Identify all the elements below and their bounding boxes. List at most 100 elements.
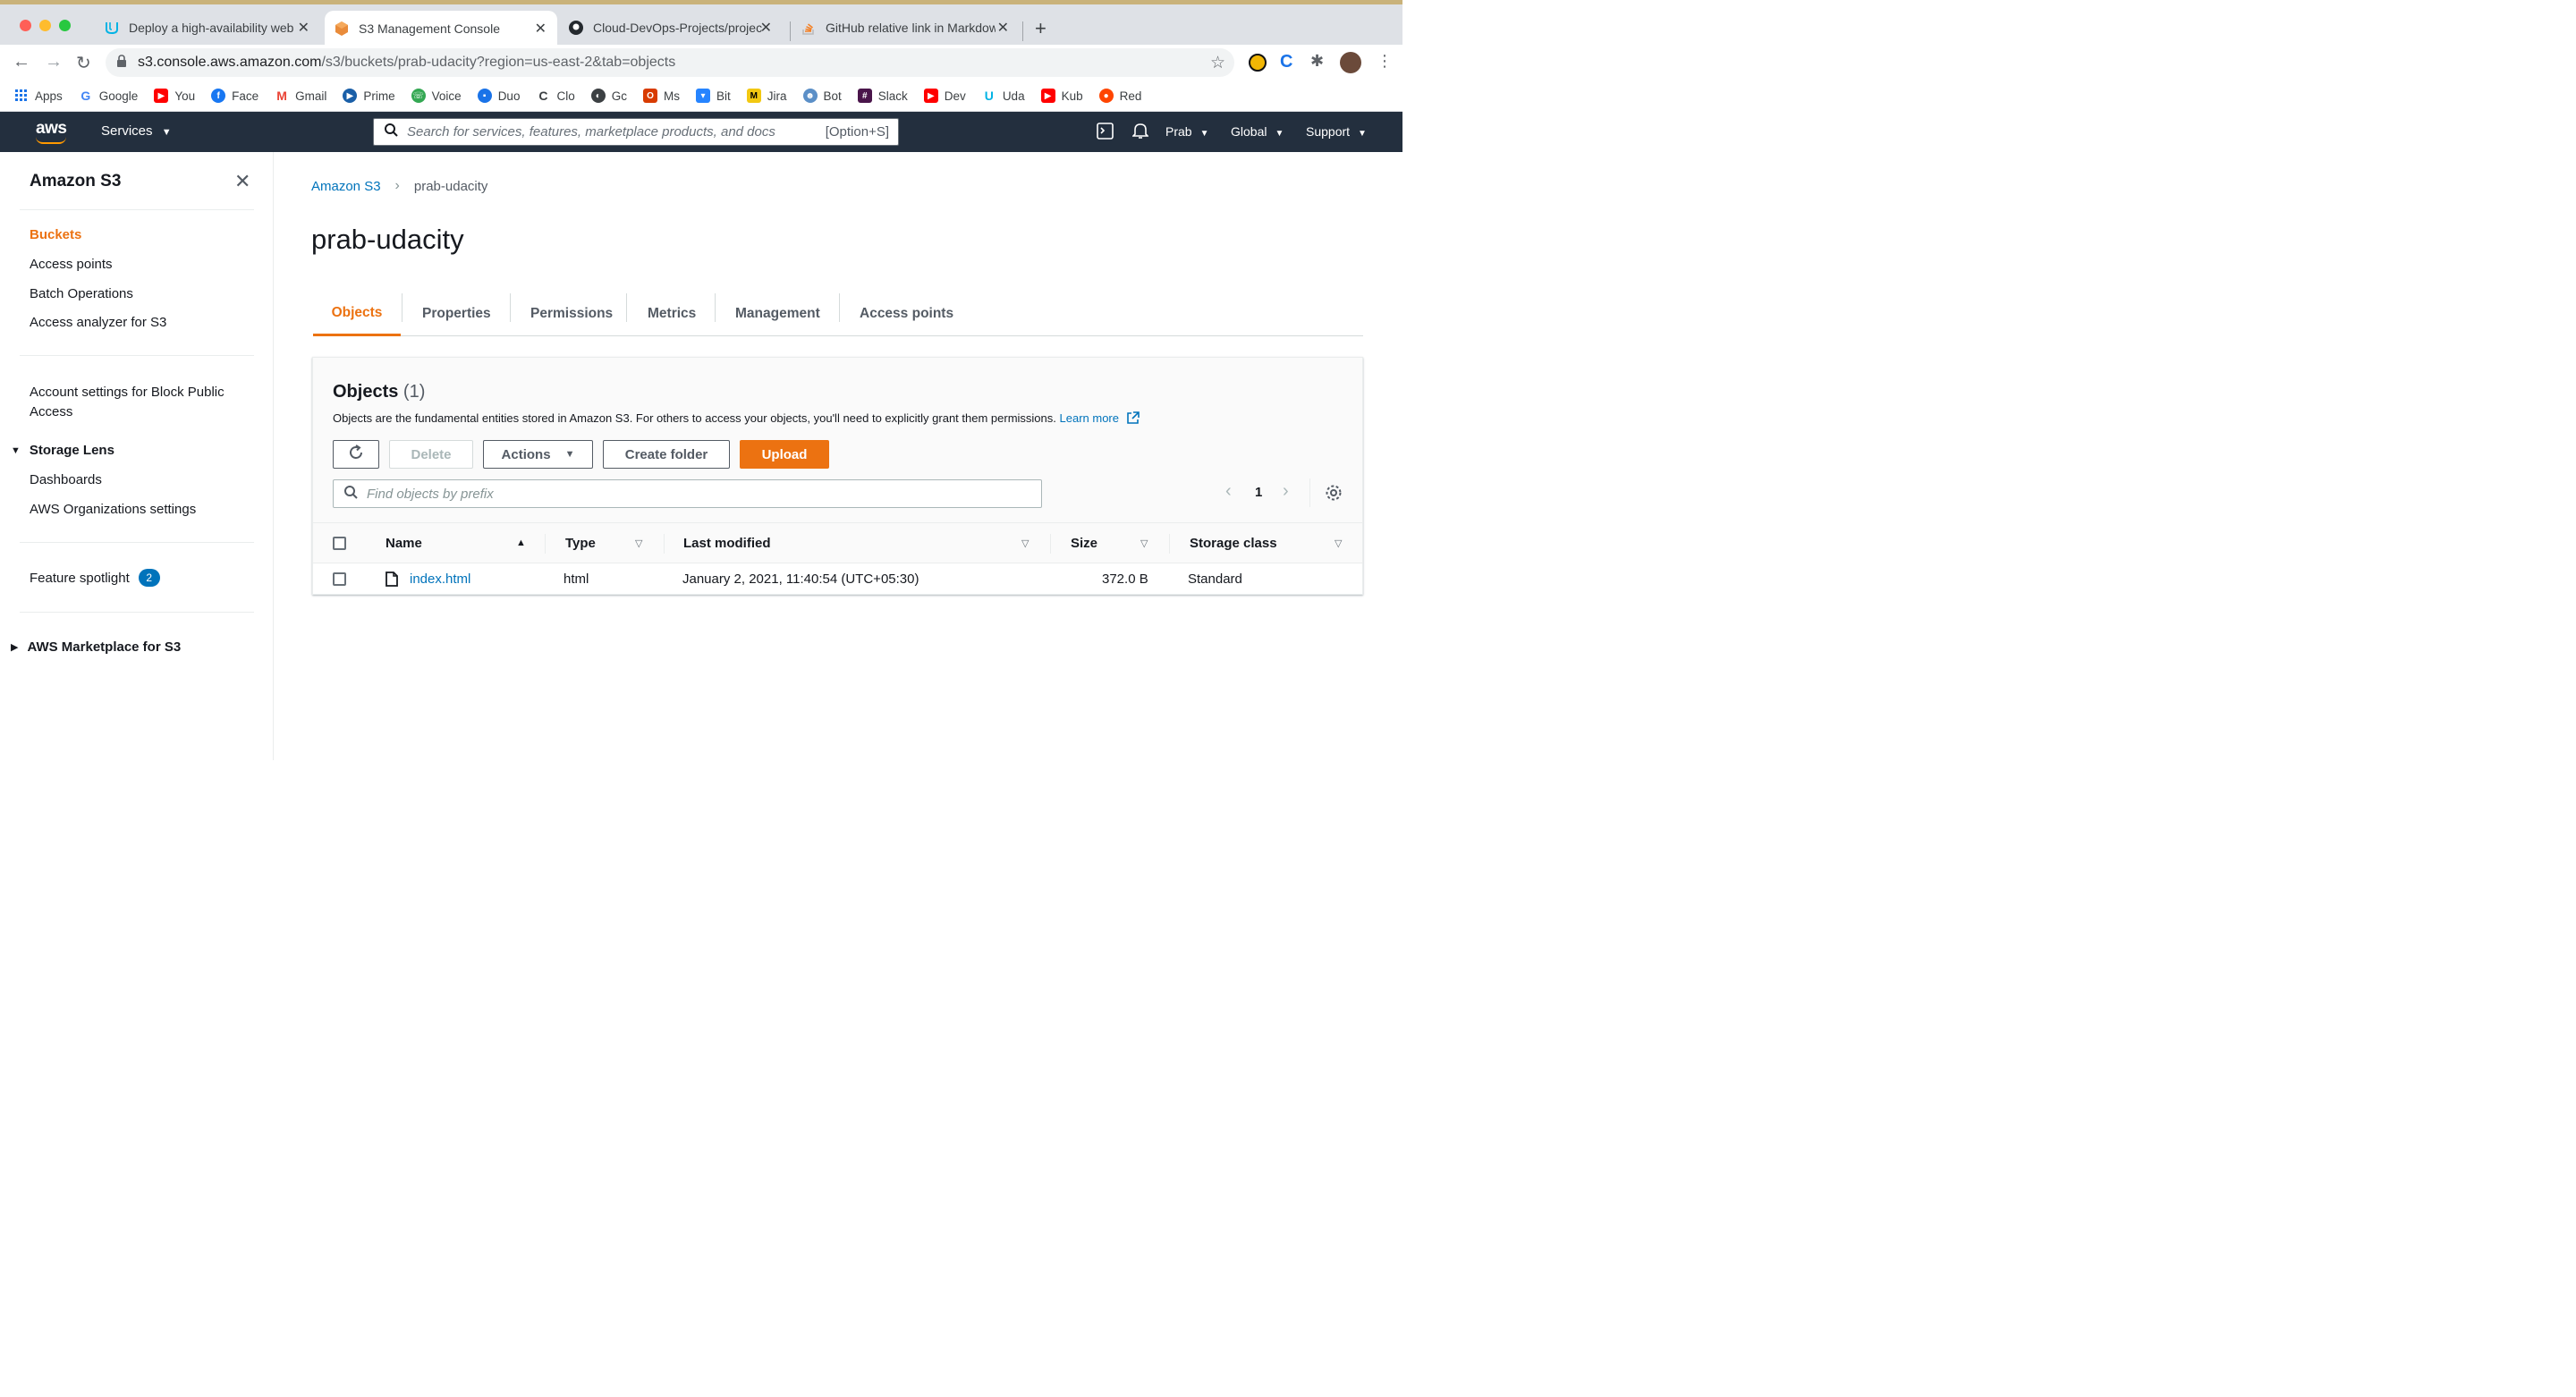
google-duo-icon: ▪ bbox=[477, 89, 492, 103]
bookmark-apps[interactable]: Apps bbox=[14, 89, 63, 103]
column-header-size[interactable]: Size bbox=[1071, 536, 1097, 551]
tab-management[interactable]: Management bbox=[735, 292, 820, 336]
aws-search-input[interactable]: Search for services, features, marketpla… bbox=[373, 118, 899, 146]
services-menu[interactable]: Services ▼ bbox=[101, 123, 172, 139]
bookmark-gmail[interactable]: M Gmail bbox=[275, 89, 326, 103]
bookmark-dev[interactable]: ▶ Dev bbox=[923, 89, 966, 103]
tab-properties[interactable]: Properties bbox=[422, 292, 491, 336]
sidebar-item-access-points[interactable]: Access points bbox=[30, 257, 113, 272]
back-icon[interactable]: ← bbox=[13, 52, 30, 72]
actions-button[interactable]: Actions ▼ bbox=[483, 440, 593, 469]
select-all-checkbox[interactable] bbox=[333, 537, 346, 550]
column-header-storage-class[interactable]: Storage class bbox=[1190, 536, 1277, 551]
bookmark-reddit[interactable]: ● Red bbox=[1098, 89, 1141, 103]
support-menu[interactable]: Support ▼ bbox=[1306, 124, 1367, 139]
minimize-window-button[interactable] bbox=[39, 20, 51, 31]
create-folder-button[interactable]: Create folder bbox=[603, 440, 730, 469]
bookmark-star-icon[interactable]: ☆ bbox=[1210, 53, 1225, 73]
browser-tab-s3[interactable]: S3 Management Console ✕ bbox=[325, 11, 557, 47]
bookmark-kub[interactable]: ▶ Kub bbox=[1040, 89, 1083, 103]
next-page-icon[interactable]: › bbox=[1283, 481, 1289, 502]
more-menu-icon[interactable]: ⋮ bbox=[1377, 52, 1393, 71]
browser-tab-stackoverflow[interactable]: GitHub relative link in Markdow ✕ bbox=[792, 11, 1020, 45]
sidebar-item-buckets[interactable]: Buckets bbox=[30, 227, 81, 242]
sidebar-item-batch-operations[interactable]: Batch Operations bbox=[30, 286, 133, 301]
bookmark-bot[interactable]: ☻ Bot bbox=[802, 89, 842, 103]
profile-avatar[interactable] bbox=[1340, 52, 1361, 73]
bookmark-facebook[interactable]: f Face bbox=[211, 89, 258, 103]
browser-tab-github[interactable]: Cloud-DevOps-Projects/projec ✕ bbox=[559, 11, 783, 45]
bookmark-jira[interactable]: M Jira bbox=[746, 89, 787, 103]
bookmark-gc[interactable]: ◐ Gc bbox=[590, 89, 627, 103]
extension-icon[interactable]: C bbox=[1280, 52, 1292, 72]
bookmark-prime[interactable]: ▶ Prime bbox=[343, 89, 395, 103]
zoom-window-button[interactable] bbox=[59, 20, 71, 31]
sidebar-item-organizations-settings[interactable]: AWS Organizations settings bbox=[30, 502, 196, 517]
row-checkbox[interactable] bbox=[333, 572, 346, 586]
column-header-type[interactable]: Type bbox=[565, 536, 596, 551]
find-objects-input[interactable]: Find objects by prefix bbox=[333, 479, 1042, 508]
close-icon[interactable]: ✕ bbox=[234, 170, 250, 193]
bookmark-udacity[interactable]: U Uda bbox=[982, 89, 1025, 103]
sort-icon[interactable]: ▽ bbox=[1140, 538, 1148, 549]
bookmark-label: Jira bbox=[767, 89, 787, 103]
tab-metrics[interactable]: Metrics bbox=[648, 292, 696, 336]
bookmarks-bar: Apps G Google ▶ You f Face M Gmail ▶ Prime ☏ V… bbox=[0, 80, 1402, 112]
bucket-tabs: Objects Properties Permissions Metrics M… bbox=[313, 292, 1363, 336]
browser-tab-udacity[interactable]: Deploy a high-availability web a ✕ bbox=[97, 11, 320, 45]
close-window-button[interactable] bbox=[20, 20, 31, 31]
object-name-link[interactable]: index.html bbox=[410, 572, 470, 587]
bookmark-youtube[interactable]: ▶ You bbox=[154, 89, 195, 103]
delete-button[interactable]: Delete bbox=[389, 440, 473, 469]
bookmark-cloud[interactable]: C Clo bbox=[536, 89, 574, 103]
extension-icon[interactable] bbox=[1249, 54, 1267, 72]
sidebar-section-storage-lens[interactable]: ▼ Storage Lens bbox=[11, 443, 114, 458]
close-icon[interactable]: ✕ bbox=[535, 20, 547, 38]
close-icon[interactable]: ✕ bbox=[298, 19, 309, 37]
forward-icon[interactable]: → bbox=[45, 52, 63, 72]
objects-heading: Objects (1) bbox=[333, 382, 425, 402]
sidebar-item-feature-spotlight[interactable]: Feature spotlight 2 bbox=[30, 569, 160, 587]
previous-page-icon[interactable]: ‹ bbox=[1225, 481, 1232, 502]
sidebar-section-marketplace[interactable]: ▶ AWS Marketplace for S3 bbox=[11, 639, 181, 655]
bookmark-bit[interactable]: ▾ Bit bbox=[695, 89, 731, 103]
page-number[interactable]: 1 bbox=[1255, 485, 1262, 500]
sort-icon[interactable]: ▽ bbox=[1021, 538, 1029, 549]
gear-icon[interactable] bbox=[1325, 484, 1343, 506]
sidebar-item-dashboards[interactable]: Dashboards bbox=[30, 472, 102, 487]
close-icon[interactable]: ✕ bbox=[997, 19, 1009, 37]
object-type: html bbox=[564, 572, 589, 587]
jira-icon: M bbox=[746, 89, 761, 103]
close-icon[interactable]: ✕ bbox=[760, 19, 772, 37]
learn-more-link[interactable]: Learn more bbox=[1060, 411, 1140, 425]
region-menu[interactable]: Global ▼ bbox=[1231, 124, 1284, 139]
tab-objects[interactable]: Objects bbox=[313, 292, 401, 336]
sort-icon[interactable]: ▽ bbox=[1335, 538, 1342, 549]
new-tab-icon[interactable]: + bbox=[1035, 17, 1046, 40]
sort-ascending-icon[interactable]: ▲ bbox=[516, 538, 526, 548]
bookmark-slack[interactable]: # Slack bbox=[857, 89, 908, 103]
aws-logo[interactable]: aws bbox=[36, 119, 67, 139]
sort-icon[interactable]: ▽ bbox=[635, 538, 642, 549]
breadcrumb-root-link[interactable]: Amazon S3 bbox=[311, 179, 381, 194]
bookmark-google[interactable]: G Google bbox=[79, 89, 138, 103]
cloudshell-icon[interactable] bbox=[1097, 123, 1114, 144]
address-bar[interactable]: s3.console.aws.amazon.com/s3/buckets/pra… bbox=[106, 48, 1234, 77]
tab-permissions[interactable]: Permissions bbox=[530, 292, 613, 336]
chevron-right-icon: › bbox=[394, 178, 400, 193]
refresh-button[interactable] bbox=[333, 440, 379, 469]
tab-access-points[interactable]: Access points bbox=[860, 292, 953, 336]
bell-icon[interactable] bbox=[1131, 122, 1149, 144]
sidebar-item-access-analyzer[interactable]: Access analyzer for S3 bbox=[30, 315, 166, 330]
bookmark-duo[interactable]: ▪ Duo bbox=[477, 89, 520, 103]
extensions-puzzle-icon[interactable]: ✱ bbox=[1310, 52, 1324, 71]
user-menu[interactable]: Prab ▼ bbox=[1165, 124, 1208, 139]
bookmark-voice[interactable]: ☏ Voice bbox=[411, 89, 462, 103]
reload-icon[interactable]: ↻ bbox=[76, 52, 91, 74]
column-header-name[interactable]: Name bbox=[386, 536, 422, 551]
upload-button[interactable]: Upload bbox=[740, 440, 829, 469]
bookmark-ms[interactable]: O Ms bbox=[642, 89, 680, 103]
column-header-last-modified[interactable]: Last modified bbox=[683, 536, 771, 551]
sidebar-item-account-settings[interactable]: Account settings for Block Public Access bbox=[30, 383, 225, 422]
refresh-icon bbox=[347, 444, 365, 465]
